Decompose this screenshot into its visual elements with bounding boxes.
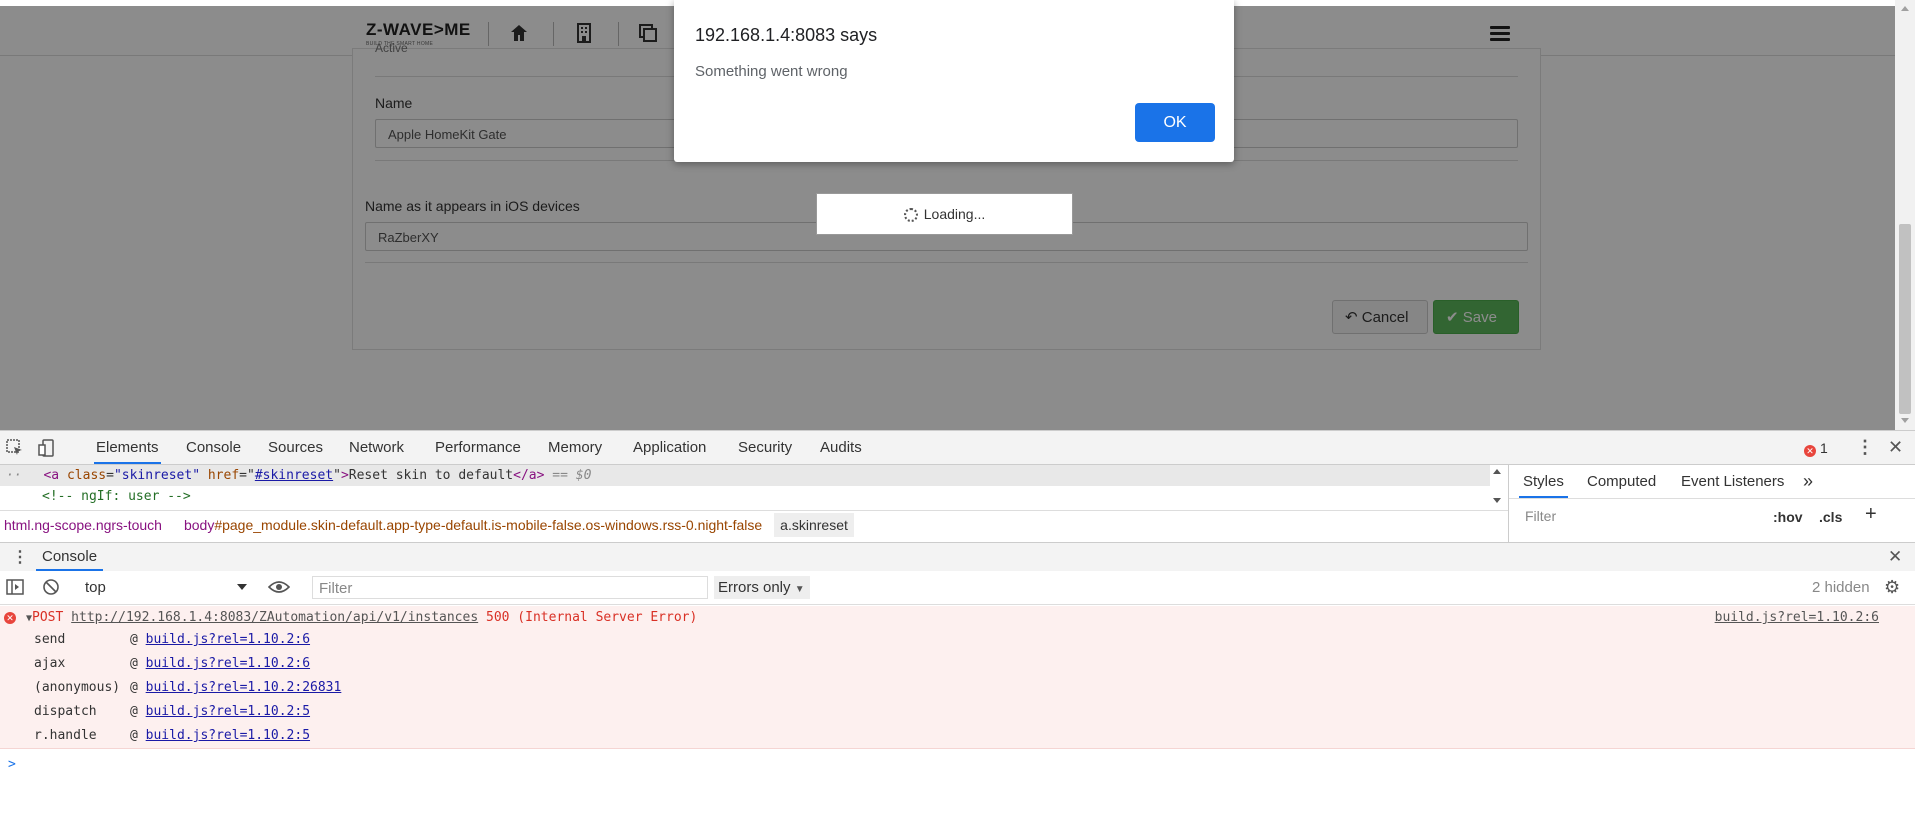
error-count-text: 1 bbox=[1820, 440, 1828, 456]
console-filter-input[interactable]: Filter bbox=[312, 576, 708, 599]
stack-link[interactable]: build.js?rel=1.10.2:6 bbox=[146, 632, 310, 647]
elements-scrollbar[interactable] bbox=[1490, 467, 1504, 507]
stack-function: dispatch bbox=[34, 704, 97, 719]
alert-message: Something went wrong bbox=[695, 63, 848, 80]
chevron-down-icon: ▼ bbox=[794, 584, 805, 595]
scroll-down-icon[interactable] bbox=[1493, 498, 1501, 503]
tab-computed[interactable]: Computed bbox=[1587, 465, 1656, 498]
kebab-menu-icon[interactable]: ⋮ bbox=[1856, 431, 1874, 464]
breadcrumb-body[interactable]: body#page_module.skin-default.app-type-d… bbox=[180, 517, 762, 533]
new-rule-icon[interactable]: + bbox=[1865, 503, 1877, 526]
levels-value: Errors only bbox=[718, 579, 791, 596]
scrollbar-thumb[interactable] bbox=[1899, 224, 1911, 414]
scroll-up-icon[interactable] bbox=[1901, 6, 1909, 11]
log-levels-dropdown[interactable]: Errors only ▼ bbox=[714, 576, 810, 599]
error-icon: ✕ bbox=[4, 612, 16, 624]
stack-function: ajax bbox=[34, 656, 66, 671]
stack-function: (anonymous) bbox=[34, 680, 121, 695]
stack-frame: ajax @ build.js?rel=1.10.2:6 bbox=[34, 654, 310, 674]
tag-open: <a bbox=[43, 468, 60, 483]
stack-frame: r.handle @ build.js?rel=1.10.2:5 bbox=[34, 726, 310, 746]
drawer-tab-console[interactable]: Console bbox=[36, 543, 104, 571]
loading-indicator: Loading... bbox=[816, 193, 1073, 235]
selected-node[interactable]: ·· <a class="skinreset" href="#skinreset… bbox=[0, 465, 1490, 486]
error-headline[interactable]: ✕ ▼POST http://192.168.1.4:8083/ZAutomat… bbox=[0, 608, 1915, 628]
more-tabs-icon[interactable]: » bbox=[1803, 465, 1813, 498]
tab-sources[interactable]: Sources bbox=[268, 431, 323, 464]
selected-marker: == $0 bbox=[552, 468, 592, 483]
prompt-chevron-icon: > bbox=[8, 757, 16, 772]
console-error-message: ✕ ▼POST http://192.168.1.4:8083/ZAutomat… bbox=[0, 606, 1915, 749]
alert-dialog: 192.168.1.4:8083 says Something went wro… bbox=[674, 0, 1234, 162]
tab-network[interactable]: Network bbox=[349, 431, 404, 464]
tab-performance[interactable]: Performance bbox=[435, 431, 521, 464]
close-drawer-icon[interactable]: ✕ bbox=[1888, 547, 1902, 567]
error-status: 500 (Internal Server Error) bbox=[486, 610, 698, 625]
console-settings-icon[interactable]: ⚙ bbox=[1884, 577, 1900, 598]
tag-close: </a> bbox=[513, 468, 545, 483]
device-toolbar-icon[interactable] bbox=[38, 431, 56, 464]
inspect-element-icon[interactable] bbox=[6, 431, 24, 464]
context-value: top bbox=[85, 579, 106, 596]
alert-ok-button[interactable]: OK bbox=[1135, 103, 1215, 142]
stack-function: send bbox=[34, 632, 66, 647]
drawer-menu-icon[interactable]: ⋮ bbox=[12, 547, 28, 567]
web-page: Z-WAVE>ME BUILD THE SMART HOME Active Na… bbox=[0, 0, 1895, 430]
scroll-up-icon[interactable] bbox=[1493, 469, 1501, 474]
eye-icon[interactable] bbox=[267, 580, 291, 597]
href-val[interactable]: #skinreset bbox=[255, 468, 333, 483]
error-method: POST bbox=[32, 610, 64, 625]
breadcrumb-html[interactable]: html.ng-scope.ngrs-touch bbox=[4, 517, 162, 533]
tab-audits[interactable]: Audits bbox=[820, 431, 862, 464]
stack-link[interactable]: build.js?rel=1.10.2:6 bbox=[146, 656, 310, 671]
sidebar-toggle-icon[interactable] bbox=[6, 579, 24, 598]
spinner-icon bbox=[903, 208, 918, 223]
node-text: Reset skin to default bbox=[348, 468, 514, 483]
console-prompt[interactable]: > bbox=[0, 754, 1915, 776]
stack-frame: dispatch @ build.js?rel=1.10.2:5 bbox=[34, 702, 310, 722]
error-url[interactable]: http://192.168.1.4:8083/ZAutomation/api/… bbox=[71, 610, 478, 625]
stack-link[interactable]: build.js?rel=1.10.2:5 bbox=[146, 728, 310, 743]
tab-security[interactable]: Security bbox=[738, 431, 792, 464]
stack-frame: (anonymous) @ build.js?rel=1.10.2:26831 bbox=[34, 678, 341, 698]
class-val: "skinreset" bbox=[113, 468, 201, 483]
error-counter[interactable]: ✕ 1 bbox=[1804, 440, 1828, 457]
console-toolbar: top Filter Errors only ▼ 2 hidden ⚙ bbox=[0, 571, 1915, 605]
class-attr: class bbox=[66, 468, 107, 483]
href-attr: href bbox=[207, 468, 240, 483]
context-select[interactable]: top bbox=[85, 578, 247, 598]
stack-function: r.handle bbox=[34, 728, 97, 743]
stack-link[interactable]: build.js?rel=1.10.2:5 bbox=[146, 704, 310, 719]
hov-toggle[interactable]: :hov bbox=[1773, 509, 1803, 525]
tab-event-listeners[interactable]: Event Listeners bbox=[1681, 465, 1784, 498]
expand-dots: ·· bbox=[6, 468, 22, 483]
tab-console[interactable]: Console bbox=[186, 431, 241, 464]
devtools-panel: Elements Console Sources Network Perform… bbox=[0, 430, 1915, 821]
error-icon: ✕ bbox=[1804, 445, 1816, 457]
tab-elements[interactable]: Elements bbox=[94, 431, 161, 464]
tab-styles[interactable]: Styles bbox=[1519, 465, 1568, 498]
styles-filter-input[interactable]: Filter bbox=[1517, 505, 1765, 527]
loading-text: Loading... bbox=[923, 206, 986, 222]
dom-breadcrumb: html.ng-scope.ngrs-touch body#page_module… bbox=[0, 510, 1508, 539]
alert-title: 192.168.1.4:8083 says bbox=[695, 25, 878, 45]
clear-console-icon[interactable] bbox=[42, 578, 60, 599]
cls-toggle[interactable]: .cls bbox=[1819, 509, 1842, 525]
tab-memory[interactable]: Memory bbox=[548, 431, 602, 464]
close-devtools-icon[interactable]: ✕ bbox=[1888, 431, 1903, 464]
hidden-messages-count: 2 hidden bbox=[1812, 579, 1870, 596]
comment-node[interactable]: <!-- ngIf: user --> bbox=[0, 486, 191, 507]
devtools-toolbar: Elements Console Sources Network Perform… bbox=[0, 431, 1915, 465]
chevron-down-icon bbox=[237, 584, 247, 590]
styles-tabs: Styles Computed Event Listeners » bbox=[1509, 465, 1915, 499]
drawer-header: ⋮ Console ✕ bbox=[0, 542, 1915, 572]
breadcrumb-a[interactable]: a.skinreset bbox=[774, 513, 854, 537]
page-scrollbar[interactable] bbox=[1895, 0, 1915, 430]
stack-link[interactable]: build.js?rel=1.10.2:26831 bbox=[146, 680, 342, 695]
tab-application[interactable]: Application bbox=[633, 431, 706, 464]
scroll-down-icon[interactable] bbox=[1901, 418, 1909, 423]
error-source-link[interactable]: build.js?rel=1.10.2:6 bbox=[1715, 608, 1879, 628]
stack-frame: send @ build.js?rel=1.10.2:6 bbox=[34, 630, 310, 650]
